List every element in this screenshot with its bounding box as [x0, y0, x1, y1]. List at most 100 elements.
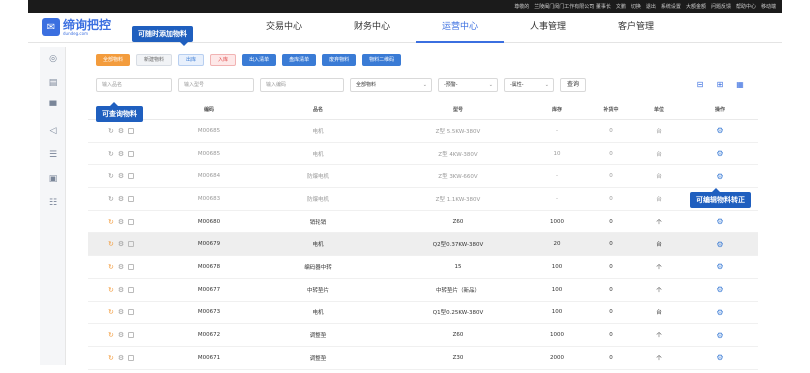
settings-icon[interactable]: ⚙ — [716, 308, 723, 317]
import-icon[interactable]: ⊞ — [714, 79, 726, 90]
gear-icon[interactable]: ⚙ — [118, 240, 124, 248]
table-row[interactable]: ↻ ⚙ M00680 销轮销 Z60 1000 0 个 ⚙ — [88, 211, 758, 234]
settings-icon[interactable]: ⚙ — [716, 262, 723, 271]
status-icon[interactable]: ↻ — [108, 308, 114, 316]
doc-icon[interactable] — [128, 286, 135, 293]
new-material-button[interactable]: 新建物料 — [136, 54, 173, 66]
status-icon[interactable]: ↻ — [108, 127, 114, 135]
table-row[interactable]: ↻ ⚙ M00685 电机 Z型 5.5KW-380V -0 台 ⚙ — [88, 120, 758, 143]
gear-icon[interactable]: ⚙ — [118, 218, 124, 226]
table-row[interactable]: ↻ ⚙ M00671 调整垫 Z30 2000 0 个 ⚙ — [88, 347, 758, 370]
product-name-input[interactable]: 输入品名 — [96, 78, 172, 92]
doc-icon[interactable] — [128, 354, 135, 361]
doc-icon[interactable] — [128, 332, 135, 339]
topbar-feedback[interactable]: 问题反馈 — [711, 3, 731, 10]
table-row[interactable]: ↻ ⚙ M00678 编码器中转 15 100 0 个 ⚙ — [88, 256, 758, 279]
monitor-icon[interactable]: ▀ — [40, 95, 66, 119]
nav-operations[interactable]: 运营中心 — [416, 13, 504, 43]
settings-icon[interactable]: ⚙ — [716, 217, 723, 226]
gear-icon[interactable]: ⚙ — [118, 195, 124, 203]
qr-code-button[interactable]: 物料二维码 — [362, 54, 402, 66]
logo[interactable]: ✉ 缔询把控 dundeg.com — [42, 18, 111, 36]
doc-icon[interactable] — [128, 218, 135, 225]
nav-customers[interactable]: 客户管理 — [592, 13, 680, 43]
attribute-select[interactable]: -属性- ⌄ — [504, 78, 554, 92]
doc-icon[interactable] — [128, 150, 135, 157]
discard-material-button[interactable]: 废弃物料 — [322, 54, 357, 66]
warning-select[interactable]: -预警- ⌄ — [438, 78, 498, 92]
status-icon[interactable]: ↻ — [108, 150, 114, 158]
gear-icon[interactable]: ⚙ — [118, 263, 124, 271]
cell-action: ⚙ — [682, 126, 758, 135]
model-input[interactable]: 输入型号 — [178, 78, 254, 92]
circle-icon[interactable]: ◎ — [40, 47, 66, 71]
settings-icon[interactable]: ⚙ — [716, 285, 723, 294]
doc-icon[interactable] — [128, 309, 135, 316]
settings-icon[interactable]: ⚙ — [716, 126, 723, 135]
topbar-settings[interactable]: 系统设置 — [661, 3, 681, 10]
document-icon[interactable]: ☷ — [40, 191, 66, 215]
inventory-list-button[interactable]: 盘库清单 — [282, 54, 317, 66]
grid-view-icon[interactable]: ▦ — [734, 79, 746, 90]
settings-icon[interactable]: ⚙ — [716, 331, 723, 340]
clipboard-icon[interactable]: ▣ — [40, 167, 66, 191]
materials-table: 编码 品名 型号 库存 补货中 单位 操作 ↻ ⚙ M00685 电机 Z型 5.5KW… — [88, 100, 758, 370]
topbar-user[interactable]: 文鹏 — [616, 3, 626, 10]
gear-icon[interactable]: ⚙ — [118, 127, 124, 135]
table-row[interactable]: ↻ ⚙ M00684 防爆电机 Z型 3KW-660V -0 台 ⚙ — [88, 165, 758, 189]
status-icon[interactable]: ↻ — [108, 286, 114, 294]
status-icon[interactable]: ↻ — [108, 218, 114, 226]
export-icon[interactable]: ⊟ — [694, 79, 706, 90]
nav-trade[interactable]: 交易中心 — [240, 13, 328, 43]
cell-stock: 20 — [553, 241, 561, 248]
table-row[interactable]: ↻⚙ M00683 防爆电机 Z型 1.1KW-380V - 0 台 ⚙ — [88, 188, 758, 211]
status-icon[interactable]: ↻ — [108, 195, 114, 203]
topbar-logout[interactable]: 退出 — [646, 3, 656, 10]
status-icon[interactable]: ↻ — [108, 331, 114, 339]
send-icon[interactable]: ◁ — [40, 119, 66, 143]
doc-icon[interactable] — [128, 263, 135, 270]
inbound-button[interactable]: 入库 — [210, 54, 237, 66]
topbar-amount[interactable]: 大额金额 — [686, 3, 706, 10]
cell-code: M00679 — [197, 241, 221, 248]
doc-icon[interactable] — [128, 195, 135, 202]
nav-hr[interactable]: 人事管理 — [504, 13, 592, 43]
doc-icon[interactable] — [128, 241, 135, 248]
table-row[interactable]: ↻ ⚙ M00672 调整垫 Z60 1000 0 个 ⚙ — [88, 324, 758, 347]
doc-icon[interactable] — [128, 173, 135, 180]
table-row[interactable]: ↻ ⚙ M00685 电机 Z型 4KW-380V 10 0 台 ⚙ — [88, 143, 758, 166]
cell-stock: 2000 — [550, 354, 564, 361]
settings-icon[interactable]: ⚙ — [716, 353, 723, 362]
cell-stock: 100 — [551, 263, 563, 270]
all-materials-button[interactable]: 全部物料 — [96, 54, 131, 66]
topbar-switch[interactable]: 切换 — [631, 3, 641, 10]
inout-list-button[interactable]: 出入清单 — [242, 54, 277, 66]
status-icon[interactable]: ↻ — [108, 263, 114, 271]
query-button[interactable]: 查询 — [560, 78, 587, 92]
topbar-help[interactable]: 帮助中心 — [736, 3, 756, 10]
gear-icon[interactable]: ⚙ — [118, 172, 124, 180]
settings-icon[interactable]: ⚙ — [716, 172, 723, 181]
outbound-button[interactable]: 出库 — [178, 54, 205, 66]
cell-stock: - — [556, 173, 558, 180]
status-icon[interactable]: ↻ — [108, 240, 114, 248]
gear-icon[interactable]: ⚙ — [118, 331, 124, 339]
nav-finance[interactable]: 财务中心 — [328, 13, 416, 43]
gear-icon[interactable]: ⚙ — [118, 308, 124, 316]
topbar-mobile[interactable]: 移动端 — [761, 3, 776, 10]
doc-icon[interactable] — [128, 127, 135, 134]
code-input[interactable]: 输入编码 — [260, 78, 344, 92]
material-select[interactable]: 全部物料 ⌄ — [350, 78, 432, 92]
table-row[interactable]: ↻ ⚙ M00677 中转垫片 中转垫片（新品） 100 0 个 ⚙ — [88, 279, 758, 302]
gear-icon[interactable]: ⚙ — [118, 150, 124, 158]
gear-icon[interactable]: ⚙ — [118, 286, 124, 294]
status-icon[interactable]: ↻ — [108, 172, 114, 180]
settings-icon[interactable]: ⚙ — [716, 149, 723, 158]
status-icon[interactable]: ↻ — [108, 354, 114, 362]
settings-icon[interactable]: ⚙ — [716, 240, 723, 249]
table-row[interactable]: ↻ ⚙ M00679 电机 Q2型0.37KW-380V 20 0 台 ⚙ — [88, 233, 758, 257]
table-row[interactable]: ↻ ⚙ M00673 电机 Q1型0.25KW-380V 100 0 台 ⚙ — [88, 302, 758, 325]
gear-icon[interactable]: ⚙ — [118, 354, 124, 362]
chart-icon[interactable]: ▤ — [40, 71, 66, 95]
list-icon[interactable]: ☰ — [40, 143, 66, 167]
